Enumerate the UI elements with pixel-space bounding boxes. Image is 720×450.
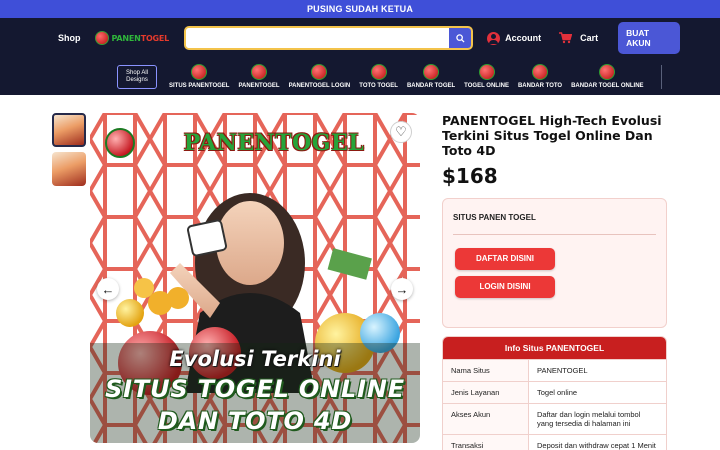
hero-subtitle-line3: DAN TOTO 4D [157,407,353,435]
lottery-ball-icon [251,64,268,80]
nav-item-panentogel-login[interactable]: PANENTOGEL LOGIN [288,64,351,89]
nav-item-label: BANDAR TOGEL [406,83,456,89]
thumbnail-list [52,113,86,450]
favorite-heart-icon[interactable]: ♡ [390,121,412,143]
lottery-ball-icon [370,64,387,80]
info-table: Info Situs PANENTOGEL Nama Situs PANENTOG… [442,336,667,450]
nav-item-label: PANENTOGEL LOGIN [288,83,351,89]
product-section: PANENTOGEL ♡ ← → Evolusi Terkini SITUS T… [0,95,720,450]
cta-card-title: SITUS PANEN TOGEL [453,213,656,235]
table-key: Akses Akun [443,404,529,434]
thumbnail-image[interactable] [52,113,86,147]
create-account-button[interactable]: BUAT AKUN [618,22,680,54]
hero-brand-title: PANENTOGEL [183,130,365,156]
table-key: Nama Situs [443,360,529,381]
product-price: $168 [442,164,498,188]
nav-item-situs-panentogel[interactable]: SITUS PANENTOGEL [169,64,229,89]
thumbnail-image[interactable] [52,152,86,186]
table-key: Transaksi [443,435,529,450]
table-value: Deposit dan withdraw cepat 1 Menit [529,435,666,450]
search-bar [184,26,474,50]
hero-subtitle-line1: Evolusi Terkini [169,347,341,371]
nav-divider [660,64,662,89]
lottery-ball-icon [311,64,328,80]
nav-item-bandar-togel-online[interactable]: BANDAR TOGEL ONLINE [571,64,644,89]
shop-all-designs-button[interactable]: Shop All Designs [117,64,157,89]
table-value: Togel online [529,382,666,403]
lottery-ball-icon [478,64,495,80]
product-image: PANENTOGEL ♡ ← → Evolusi Terkini SITUS T… [90,113,420,443]
nav-item-bandar-togel[interactable]: BANDAR TOGEL [407,64,455,89]
nav-item-label: TOGEL ONLINE [464,83,509,89]
next-arrow-icon[interactable]: → [391,278,413,300]
cta-card: SITUS PANEN TOGEL DAFTAR DISINI LOGIN DI… [442,198,667,328]
nav-item-label: TOTO TOGEL [359,83,398,89]
logo-text-green: PANEN [111,33,141,43]
product-info: PANENTOGEL High-Tech Evolusi Terkini Sit… [442,113,667,450]
category-nav: Shop All Designs SITUS PANENTOGEL PANENT… [0,58,720,95]
nav-item-label: BANDAR TOTO [517,83,563,89]
logo-text: PANENTOGEL [112,34,170,43]
prev-arrow-icon[interactable]: ← [97,278,119,300]
product-title: PANENTOGEL High-Tech Evolusi Terkini Sit… [442,113,662,158]
account-link[interactable]: Account [487,31,542,45]
search-icon [455,33,465,43]
nav-item-bandar-toto[interactable]: BANDAR TOTO [518,64,562,89]
search-input[interactable] [186,28,450,48]
nav-item-panentogel[interactable]: PANENTOGEL [238,64,280,89]
info-table-heading: Info Situs PANENTOGEL [443,337,666,359]
table-key: Jenis Layanan [443,382,529,403]
logo-text-red: TOGEL [140,33,170,43]
table-value: Daftar dan login melalui tombol yang ter… [529,404,666,434]
daftar-button[interactable]: DAFTAR DISINI [455,248,555,270]
shop-link[interactable]: Shop [58,33,81,43]
nav-item-label: BANDAR TOGEL ONLINE [571,83,644,89]
nav-item-toto-togel[interactable]: TOTO TOGEL [359,64,398,89]
login-button[interactable]: LOGIN DISINI [455,276,555,298]
table-row: Akses Akun Daftar dan login melalui tombo… [443,403,666,434]
table-value: PANENTOGEL [529,360,666,381]
nav-item-togel-online[interactable]: TOGEL ONLINE [464,64,509,89]
site-logo[interactable]: PANENTOGEL [94,31,170,45]
nav-item-label: PANENTOGEL [238,83,280,89]
cart-link[interactable]: Cart [559,32,598,44]
announcement-bar: PUSING SUDAH KETUA [0,0,720,18]
account-label: Account [505,33,542,43]
lottery-ball-icon [423,64,440,80]
table-row: Jenis Layanan Togel online [443,381,666,403]
nav-item-label: SITUS PANENTOGEL [169,83,230,89]
top-header: Shop PANENTOGEL Account Cart BUAT AKUN [0,18,720,58]
lottery-ball-icon [191,64,208,80]
lottery-ball-icon [599,64,616,80]
logo-ball-icon [94,31,109,45]
search-button[interactable] [449,28,472,48]
lottery-ball-icon [532,64,549,80]
cart-icon [559,32,573,44]
table-row: Nama Situs PANENTOGEL [443,359,666,381]
hero-subtitle-line2: SITUS TOGEL ONLINE [105,375,405,403]
user-icon [487,31,501,45]
cart-label: Cart [580,33,599,43]
table-row: Transaksi Deposit dan withdraw cepat 1 Me… [443,434,666,450]
